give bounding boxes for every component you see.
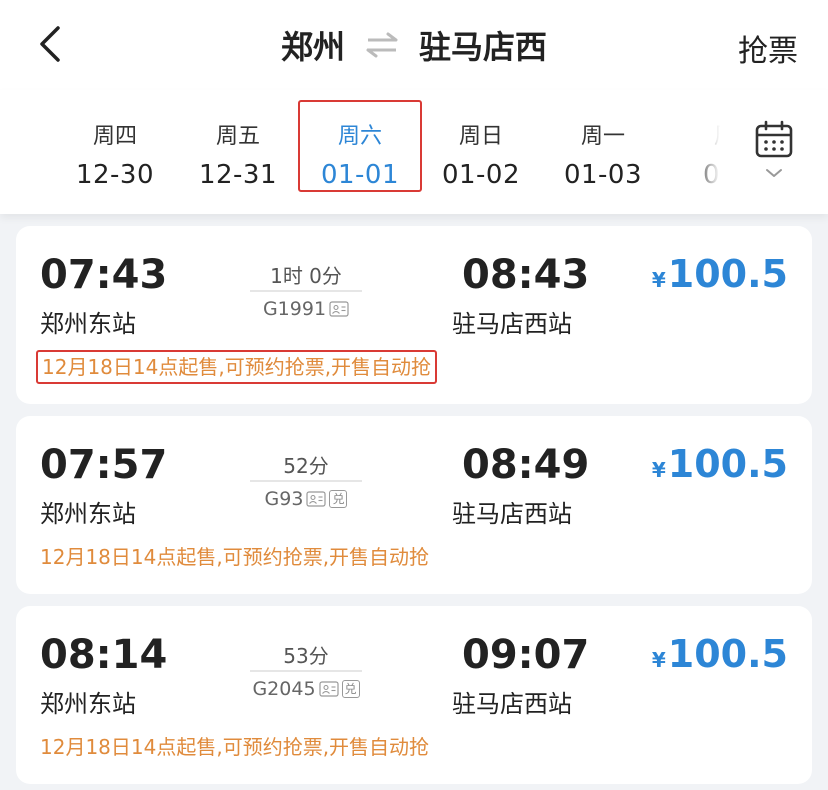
- id-card-icon: [306, 491, 327, 507]
- date-selector: 三 29 周四 12-30 周五 12-31 周六 01-01 周日 01-02…: [0, 90, 828, 214]
- origin-city[interactable]: 郑州: [281, 22, 345, 68]
- arrival-time: 08:43: [462, 252, 590, 298]
- arrival-time: 09:07: [462, 632, 590, 678]
- date-value: 12-30: [75, 160, 155, 190]
- exchange-badge: 兑: [329, 490, 348, 508]
- train-card-g93[interactable]: 07:57 郑州东站 52分 G93 兑 08:49 驻马店西站 ¥ 100.5…: [16, 416, 812, 594]
- arrival-time: 08:49: [462, 442, 590, 488]
- calendar-icon[interactable]: [754, 120, 794, 160]
- sale-notice: 12月18日14点起售,可预约抢票,开售自动抢: [40, 735, 430, 759]
- destination-city[interactable]: 驻马店西: [419, 22, 547, 68]
- arrival-station: 驻马店西站: [452, 690, 572, 718]
- price-amount: 100.5: [667, 252, 788, 296]
- sale-notice-highlighted: 12月18日14点起售,可预约抢票,开售自动抢: [36, 350, 438, 384]
- departure-station: 郑州东站: [40, 500, 136, 528]
- date-item-thu[interactable]: 周四 12-30: [55, 100, 175, 192]
- arrival-station: 驻马店西站: [452, 310, 572, 338]
- currency-symbol: ¥: [651, 458, 666, 482]
- departure-time: 08:14: [40, 632, 168, 678]
- currency-symbol: ¥: [651, 268, 666, 292]
- arrival-station: 驻马店西站: [452, 500, 572, 528]
- date-value: 01-01: [320, 160, 400, 190]
- price-amount: 100.5: [667, 442, 788, 486]
- departure-time: 07:43: [40, 252, 168, 298]
- date-weekday: 周四: [92, 124, 137, 149]
- calendar-panel: [720, 90, 828, 214]
- train-number-row: G93 兑: [250, 488, 362, 510]
- date-item-sat-selected[interactable]: 周六 01-01: [298, 100, 422, 192]
- train-number: G93: [264, 488, 304, 510]
- departure-station: 郑州东站: [40, 690, 136, 718]
- trip-duration: 1时 0分: [270, 264, 342, 288]
- duration-divider: [250, 480, 362, 482]
- date-strip-fade: [690, 90, 720, 214]
- ticket-price: ¥ 100.5: [652, 252, 788, 296]
- departure-time: 07:57: [40, 442, 168, 488]
- date-weekday: 三: [0, 118, 42, 150]
- exchange-badge: 兑: [341, 680, 360, 698]
- currency-symbol: ¥: [651, 648, 666, 672]
- date-item-mon[interactable]: 周一 01-03: [543, 100, 663, 192]
- date-item-sun[interactable]: 周日 01-02: [421, 100, 541, 192]
- duration-divider: [250, 670, 362, 672]
- grab-ticket-button[interactable]: 抢票: [738, 26, 798, 70]
- train-card-g1991[interactable]: 07:43 郑州东站 1时 0分 G1991 08:43 驻马店西站 ¥ 100…: [16, 226, 812, 404]
- date-item-fri[interactable]: 周五 12-31: [178, 100, 298, 192]
- date-weekday: 周一: [580, 124, 625, 149]
- top-header: 郑州 驻马店西 抢票: [0, 0, 828, 90]
- train-number: G1991: [262, 298, 327, 320]
- train-number-row: G1991: [250, 298, 362, 320]
- date-weekday: 周六: [337, 124, 382, 149]
- trip-duration: 52分: [283, 454, 329, 478]
- date-value: 12-31: [198, 160, 278, 190]
- train-card-g2045[interactable]: 08:14 郑州东站 53分 G2045 兑 09:07 驻马店西站 ¥ 100…: [16, 606, 812, 784]
- date-value: 01-03: [563, 160, 643, 190]
- date-weekday: 周日: [458, 124, 503, 149]
- price-amount: 100.5: [667, 632, 788, 676]
- trip-duration: 53分: [283, 644, 329, 668]
- train-number: G2045: [252, 678, 316, 700]
- id-card-icon: [329, 301, 349, 317]
- id-card-icon: [318, 681, 339, 697]
- date-value: 29: [0, 160, 42, 190]
- swap-arrows-icon[interactable]: [365, 32, 399, 58]
- date-value: 01-02: [441, 160, 521, 190]
- train-number-row: G2045 兑: [250, 678, 362, 700]
- duration-divider: [250, 290, 362, 292]
- chevron-down-icon[interactable]: [763, 166, 785, 180]
- sale-notice: 12月18日14点起售,可预约抢票,开售自动抢: [40, 545, 430, 569]
- departure-station: 郑州东站: [40, 310, 136, 338]
- date-weekday: 周五: [215, 124, 260, 149]
- ticket-price: ¥ 100.5: [652, 442, 788, 486]
- date-item-wed[interactable]: 三 29: [0, 100, 42, 192]
- route-title: 郑州 驻马店西: [0, 22, 828, 68]
- ticket-price: ¥ 100.5: [652, 632, 788, 676]
